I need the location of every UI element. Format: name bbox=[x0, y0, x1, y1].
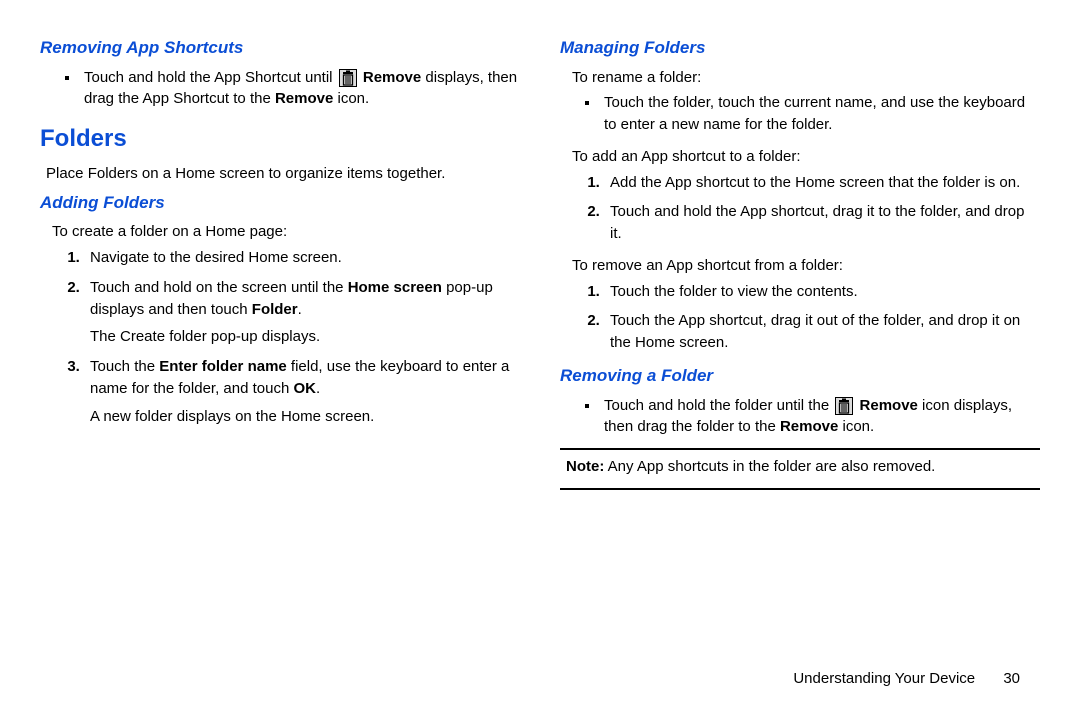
adding-step-3-tail: A new folder displays on the Home screen… bbox=[90, 406, 520, 428]
adding-step-1: Navigate to the desired Home screen. bbox=[84, 247, 520, 269]
note-block: Note: Any App shortcuts in the folder ar… bbox=[566, 456, 1040, 478]
page-footer: Understanding Your Device 30 bbox=[0, 660, 1080, 687]
folders-intro: Place Folders on a Home screen to organi… bbox=[46, 163, 520, 185]
text: icon. bbox=[338, 90, 370, 107]
text: Touch and hold the App Shortcut until bbox=[84, 69, 337, 86]
text: . bbox=[298, 301, 302, 318]
label-ok: OK bbox=[293, 380, 316, 397]
text: Touch and hold the App shortcut, drag it… bbox=[610, 203, 1024, 242]
label-home-screen: Home screen bbox=[348, 279, 442, 296]
trash-icon bbox=[835, 397, 853, 415]
adding-step-2-tail: The Create folder pop-up displays. bbox=[90, 326, 520, 348]
add-step-1: Add the App shortcut to the Home screen … bbox=[604, 172, 1040, 194]
label-remove: Remove bbox=[363, 69, 421, 86]
label-remove-2: Remove bbox=[780, 418, 838, 435]
text: Touch and hold the folder until the bbox=[604, 397, 833, 414]
label-folder: Folder bbox=[252, 301, 298, 318]
adding-intro: To create a folder on a Home page: bbox=[52, 221, 520, 243]
note-text: Any App shortcuts in the folder are also… bbox=[604, 458, 935, 475]
remove-step-2: Touch the App shortcut, drag it out of t… bbox=[604, 310, 1040, 354]
adding-step-2: Touch and hold on the screen until the H… bbox=[84, 277, 520, 348]
text: Navigate to the desired Home screen. bbox=[90, 249, 342, 266]
trash-icon bbox=[339, 69, 357, 87]
remove-step-1: Touch the folder to view the contents. bbox=[604, 281, 1040, 303]
rename-intro: To rename a folder: bbox=[572, 67, 1040, 89]
label-remove: Remove bbox=[860, 397, 918, 414]
text: Touch the folder to view the contents. bbox=[610, 283, 858, 300]
text: Touch the folder, touch the current name… bbox=[604, 94, 1025, 133]
bullet-rename: Touch the folder, touch the current name… bbox=[600, 92, 1040, 136]
add-intro: To add an App shortcut to a folder: bbox=[572, 146, 1040, 168]
heading-removing-a-folder: Removing a Folder bbox=[560, 364, 1040, 389]
label-remove-2: Remove bbox=[275, 90, 333, 107]
divider bbox=[560, 448, 1040, 450]
add-step-2: Touch and hold the App shortcut, drag it… bbox=[604, 201, 1040, 245]
text: Touch the bbox=[90, 358, 159, 375]
heading-managing-folders: Managing Folders bbox=[560, 36, 1040, 61]
right-column: Managing Folders To rename a folder: Tou… bbox=[560, 30, 1040, 650]
page-content: Removing App Shortcuts Touch and hold th… bbox=[0, 0, 1080, 660]
divider bbox=[560, 488, 1040, 490]
text: icon. bbox=[843, 418, 875, 435]
heading-removing-app-shortcuts: Removing App Shortcuts bbox=[40, 36, 520, 61]
heading-folders: Folders bbox=[40, 122, 520, 157]
remove-intro: To remove an App shortcut from a folder: bbox=[572, 255, 1040, 277]
text: Add the App shortcut to the Home screen … bbox=[610, 174, 1020, 191]
label-enter-folder-name: Enter folder name bbox=[159, 358, 287, 375]
note-label: Note: bbox=[566, 458, 604, 475]
heading-adding-folders: Adding Folders bbox=[40, 191, 520, 216]
text: . bbox=[316, 380, 320, 397]
bullet-removing-folder: Touch and hold the folder until the Remo… bbox=[600, 395, 1040, 439]
adding-step-3: Touch the Enter folder name field, use t… bbox=[84, 356, 520, 427]
bullet-removing-shortcut: Touch and hold the App Shortcut until Re… bbox=[80, 67, 520, 111]
left-column: Removing App Shortcuts Touch and hold th… bbox=[40, 30, 520, 650]
text: Touch and hold on the screen until the bbox=[90, 279, 348, 296]
page-number: 30 bbox=[1003, 670, 1020, 687]
text: Touch the App shortcut, drag it out of t… bbox=[610, 312, 1020, 351]
footer-section-title: Understanding Your Device bbox=[793, 670, 975, 687]
